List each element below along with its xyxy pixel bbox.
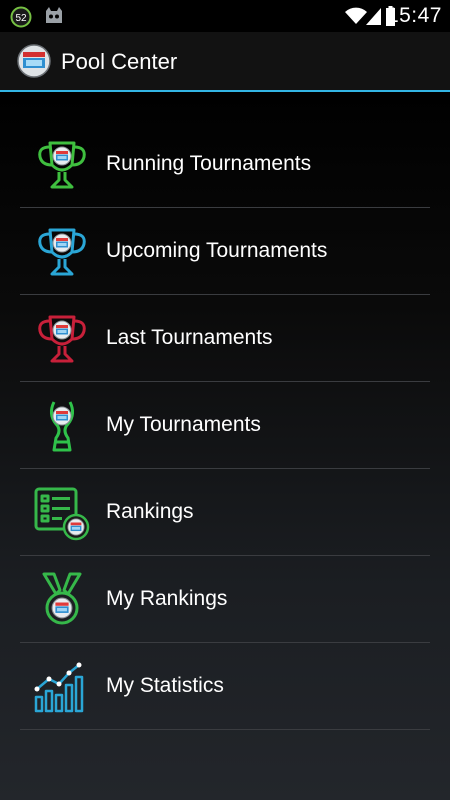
status-bar: 52 15:47 [0, 0, 450, 32]
trophy-icon [38, 315, 86, 363]
main-content: Running Tournaments Upcoming Tournaments [0, 92, 450, 800]
signal-icon [366, 8, 381, 25]
menu-item-label: My Tournaments [106, 413, 261, 436]
ranking-board-icon [34, 487, 90, 541]
menu-item-label: Last Tournaments [106, 326, 273, 349]
menu-item-rankings[interactable]: Rankings [20, 470, 430, 556]
trophy-icon [38, 228, 86, 276]
menu-list: Running Tournaments Upcoming Tournaments [20, 122, 430, 730]
cyanogen-icon [46, 7, 62, 23]
menu-item-running-tournaments[interactable]: Running Tournaments [20, 122, 430, 208]
menu-item-label: Running Tournaments [106, 152, 312, 175]
action-bar: Pool Center [0, 32, 450, 92]
medal-icon [42, 572, 82, 625]
menu-item-upcoming-tournaments[interactable]: Upcoming Tournaments [20, 209, 430, 295]
notification-badge-icon: 52 [10, 6, 32, 28]
menu-item-last-tournaments[interactable]: Last Tournaments [20, 296, 430, 382]
menu-item-my-rankings[interactable]: My Rankings [20, 557, 430, 643]
menu-item-label: Upcoming Tournaments [106, 239, 328, 262]
menu-item-my-statistics[interactable]: My Statistics [20, 644, 430, 730]
svg-text:52: 52 [15, 13, 27, 24]
menu-item-label: My Statistics [106, 674, 224, 697]
menu-item-my-tournaments[interactable]: My Tournaments [20, 383, 430, 469]
trophy-icon [38, 141, 86, 189]
menu-item-label: My Rankings [106, 587, 228, 610]
menu-item-label: Rankings [106, 500, 194, 523]
statistics-chart-icon [34, 662, 84, 713]
clock: 15:47 [386, 4, 442, 27]
pool-app-icon[interactable] [17, 44, 51, 78]
world-cup-trophy-icon [49, 401, 75, 452]
page-title: Pool Center [61, 49, 178, 74]
